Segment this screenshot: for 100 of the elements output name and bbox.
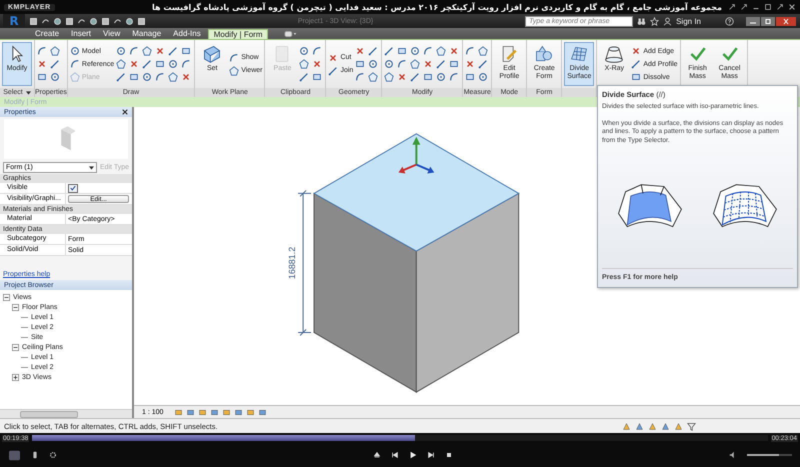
tool-icon[interactable] [70,46,80,56]
previous-icon[interactable] [391,451,399,459]
dimension-line[interactable] [298,190,312,336]
filter-icon[interactable] [687,422,696,430]
collapse-icon[interactable] [12,304,19,310]
ribbon-toggle-icon[interactable] [284,30,298,38]
close-icon[interactable] [122,109,128,115]
tool-icon[interactable] [142,72,152,82]
sign-in-link[interactable]: Sign In [676,16,701,26]
scrollbar[interactable] [0,409,132,418]
ribbon-tab[interactable]: Add-Ins [168,29,206,39]
tool-icon[interactable] [37,59,47,69]
tool-icon[interactable] [155,46,166,56]
tool-icon[interactable] [129,59,140,69]
tool-icon[interactable] [423,59,434,69]
tool-icon[interactable] [168,72,178,82]
tool-icon[interactable] [129,46,140,56]
tool-icon[interactable] [449,72,460,82]
tool-icon[interactable] [384,72,394,82]
tool-icon[interactable] [50,59,60,69]
tool-icon[interactable] [328,52,338,62]
checkbox[interactable] [68,184,78,192]
expand-icon[interactable] [12,374,19,380]
tool-icon[interactable] [436,59,446,69]
collapse-icon[interactable] [3,294,10,300]
settings-icon[interactable] [49,451,57,459]
tool-icon[interactable] [397,72,408,82]
user-icon[interactable] [663,16,672,26]
tool-icon[interactable] [478,46,488,56]
window-icon[interactable] [728,3,736,11]
play-icon[interactable] [409,451,417,459]
tool-icon[interactable] [410,59,420,69]
tool-icon[interactable] [423,46,434,56]
tool-icon[interactable] [465,59,476,69]
stop-icon[interactable] [445,451,453,459]
tool-icon[interactable] [355,59,366,69]
tool-icon[interactable] [181,46,192,56]
tool-icon[interactable] [436,46,446,56]
window-icon[interactable] [740,3,748,11]
tool-icon[interactable] [129,72,140,82]
tool-icon[interactable] [631,59,642,69]
tool-icon[interactable] [116,59,126,69]
tool-icon[interactable] [299,59,310,69]
tool-icon[interactable] [70,59,80,69]
phone-icon[interactable] [31,451,39,459]
3d-mode-icon[interactable] [8,450,21,460]
close-icon[interactable] [788,3,796,11]
tool-icon[interactable] [410,72,420,82]
tool-icon[interactable] [312,59,322,69]
tool-icon[interactable] [155,59,166,69]
tool-icon[interactable] [229,66,240,76]
tool-icon[interactable] [478,59,488,69]
tool-icon[interactable] [631,72,642,82]
help-icon[interactable] [725,16,734,26]
tool-icon[interactable] [478,72,488,82]
tool-icon[interactable] [384,59,394,69]
next-icon[interactable] [427,451,435,459]
tool-icon[interactable] [328,66,338,76]
tool-icon[interactable] [299,46,310,56]
move-gizmo-icon[interactable] [398,136,434,174]
star-icon[interactable] [650,16,660,26]
close-icon[interactable] [776,16,796,26]
tool-icon[interactable] [410,46,420,56]
tool-icon[interactable] [368,72,378,82]
tool-icon[interactable] [181,72,192,82]
tool-icon[interactable] [423,72,434,82]
tool-icon[interactable] [168,59,178,69]
tool-icon[interactable] [465,46,476,56]
maximize-icon[interactable] [764,3,772,11]
ribbon-tab[interactable]: Insert [66,29,96,39]
tool-icon[interactable] [397,59,408,69]
tool-icon[interactable] [312,46,322,56]
tool-icon[interactable] [384,46,394,56]
window-icon[interactable] [776,3,784,11]
cube-drawing[interactable] [313,133,520,393]
tool-icon[interactable] [436,72,446,82]
tool-icon[interactable] [355,46,366,56]
ribbon-tab[interactable]: View [98,29,126,39]
tool-icon[interactable] [142,59,152,69]
dimension-value[interactable]: 16881.2 [287,246,298,280]
tool-icon[interactable] [168,46,178,56]
binoculars-icon[interactable] [637,16,646,26]
tool-icon[interactable] [155,72,166,82]
tool-icon[interactable] [355,72,366,82]
eject-icon[interactable] [373,451,381,459]
dropdown-arrow-icon[interactable] [88,166,94,170]
seek-bar[interactable] [32,435,768,441]
tool-icon[interactable] [368,46,378,56]
tool-icon[interactable] [116,72,126,82]
ribbon-tab[interactable]: Modify | Form [208,29,268,39]
collapse-icon[interactable] [12,344,19,350]
ribbon-tab[interactable]: Manage [127,29,166,39]
tool-icon[interactable] [142,46,152,56]
application-menu-button[interactable]: R [3,14,25,28]
tool-icon[interactable] [397,46,408,56]
tool-icon[interactable] [181,59,192,69]
tool-icon[interactable] [312,72,322,82]
tool-icon[interactable] [299,72,310,82]
tool-icon[interactable] [465,72,476,82]
tool-icon[interactable] [116,46,126,56]
